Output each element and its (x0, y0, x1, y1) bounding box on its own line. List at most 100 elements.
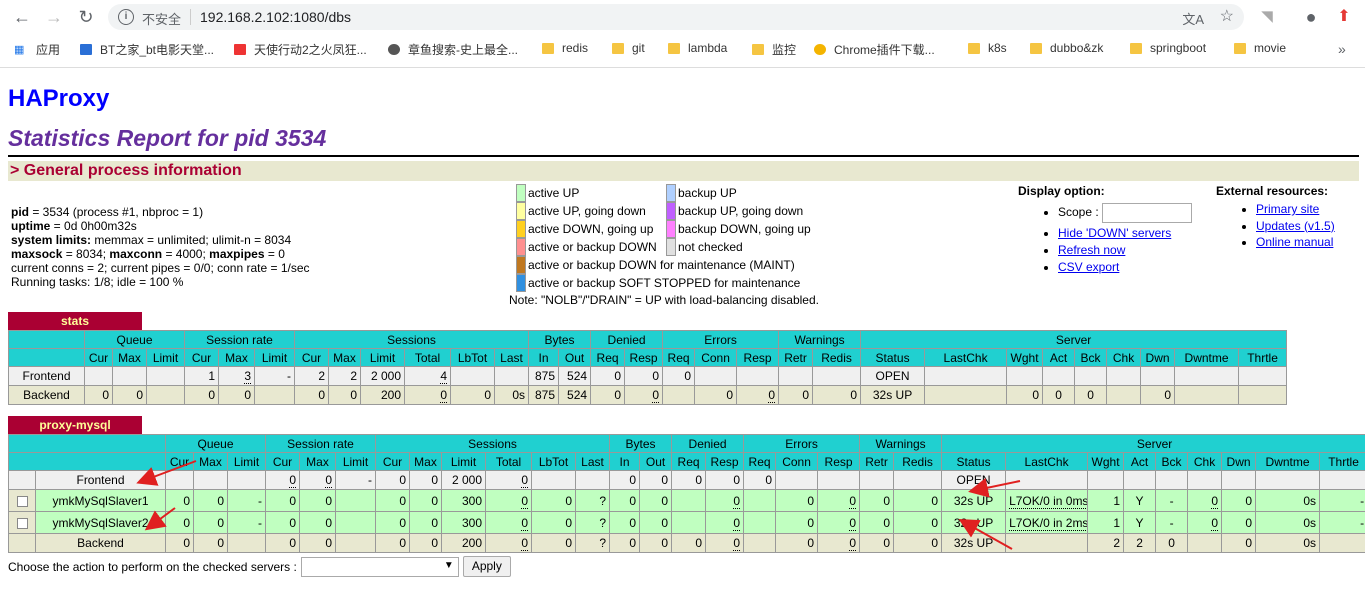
cell-value: 200 (461, 536, 483, 550)
table-cell: 0 (485, 511, 533, 534)
stats-table: Queue Session rate Sessions Bytes Denied Erro… (8, 330, 1288, 405)
table-cell (112, 366, 147, 386)
page-title: HAProxy (8, 85, 110, 112)
header-col: Dwn (1140, 348, 1176, 367)
update-icon[interactable]: ⬆ (1335, 8, 1353, 26)
bookmark-tianshi[interactable]: 天使行动2之火凤狂... (234, 41, 367, 58)
url-text[interactable]: 192.168.2.102:1080/dbs (200, 9, 351, 25)
table-cell (1238, 366, 1288, 386)
table-cell: 0s (1255, 533, 1321, 553)
table-cell: 3 (218, 366, 255, 386)
table-cell (1155, 470, 1189, 490)
star-icon[interactable]: ☆ (1220, 6, 1234, 26)
bookmark-label: git (632, 41, 645, 55)
cell-value: 0 (802, 388, 810, 402)
table-cell: 0 (409, 511, 443, 534)
table-cell: 0s (1255, 489, 1321, 512)
more-bookmarks-icon[interactable]: » (1338, 41, 1346, 57)
csv-export-link[interactable]: CSV export (1058, 260, 1119, 274)
table-cell: 0 (193, 489, 228, 512)
maxconn-value: = 4000; (162, 247, 210, 261)
table-cell: 0s (1255, 511, 1321, 534)
table-cell: 0s (494, 385, 530, 405)
bookmark-springboot[interactable]: springboot (1130, 41, 1206, 55)
info-icon[interactable]: i (118, 9, 134, 25)
bookmark-redis[interactable]: redis (542, 41, 588, 55)
header-col: Bck (1074, 348, 1108, 367)
refresh-link[interactable]: Refresh now (1058, 243, 1125, 257)
action-select[interactable]: ▼ (300, 556, 459, 577)
bookmark-movie[interactable]: movie (1234, 41, 1286, 55)
forward-icon[interactable]: → (44, 7, 64, 27)
table-cell (1074, 366, 1108, 386)
header-col: Req (590, 348, 626, 367)
cell-value: 0 (661, 536, 669, 550)
table-cell: 300 (441, 511, 487, 534)
bookmark-git[interactable]: git (612, 41, 645, 55)
bookmark-label: lambda (688, 41, 728, 55)
cell-value: 0 (521, 493, 529, 509)
cell-value: 0 (521, 473, 529, 488)
table-cell: 2 (1087, 533, 1125, 553)
table-cell: 32s UP (941, 489, 1007, 512)
row-name[interactable]: ymkMySqlSlaver1 (35, 489, 166, 512)
cell-value: 0 (726, 388, 734, 402)
bookmark-apps[interactable]: ▦ 应用 (14, 41, 60, 58)
table-cell: 0 (817, 511, 861, 534)
reload-icon[interactable]: ↻ (76, 7, 96, 27)
table-cell: 524 (558, 385, 592, 405)
primary-site-link[interactable]: Primary site (1256, 202, 1319, 216)
cell-value: - (287, 369, 292, 383)
table-cell: 0 (1221, 489, 1257, 512)
table-cell (1221, 470, 1257, 490)
folder-icon (1030, 42, 1042, 54)
hide-down-link[interactable]: Hide 'DOWN' servers (1058, 226, 1171, 240)
cell-value: 0 (1164, 388, 1172, 402)
cell-value: 0 (431, 515, 439, 530)
folder-icon (752, 44, 764, 55)
maxsock-value: = 8034; (62, 247, 110, 261)
back-icon[interactable]: ← (12, 7, 32, 27)
bookmark-zhangyu[interactable]: 章鱼搜索-史上最全... (388, 41, 518, 58)
cell-value: 0 (807, 536, 815, 550)
cell-value: 0 (565, 536, 573, 550)
bookmark-label: Chrome插件下载... (834, 43, 935, 57)
online-manual-link[interactable]: Online manual (1256, 235, 1333, 249)
bookmark-k8s[interactable]: k8s (968, 41, 1007, 55)
table-cell: 0 (1006, 385, 1044, 405)
account-icon[interactable]: ● (1302, 8, 1320, 26)
bookmark-lambda[interactable]: lambda (668, 41, 727, 55)
cell-value: OPEN (956, 473, 991, 487)
cell-value: 0 (661, 515, 669, 530)
table-cell: ? (575, 489, 611, 512)
row-name[interactable]: ymkMySqlSlaver2 (35, 511, 166, 534)
server-checkbox[interactable] (16, 517, 28, 529)
row-blank (8, 533, 36, 553)
bookmark-bt[interactable]: BT之家_bt电影天堂... (80, 41, 214, 58)
apply-button[interactable]: Apply (462, 556, 511, 577)
scope-input[interactable] (1102, 202, 1193, 223)
table-cell: 0 (112, 385, 147, 405)
updates-link[interactable]: Updates (v1.5) (1256, 219, 1335, 233)
table-row: Frontend 0 0 - 0 0 2 000 0 0 0 0 0 0 OPEN (8, 470, 1365, 490)
cell-value: - (258, 515, 262, 530)
table-cell: 0 (609, 511, 641, 534)
table-cell (1319, 533, 1365, 553)
table-cell: 0 (590, 385, 626, 405)
server-checkbox[interactable] (16, 495, 28, 507)
bookmark-chrome-plugin[interactable]: Chrome插件下载... (814, 41, 935, 58)
bookmark-dubbo[interactable]: dubbo&zk (1030, 41, 1103, 55)
cell-value: L7OK/0 in 2ms (1009, 515, 1088, 531)
bookmark-monitor[interactable]: 监控 (752, 41, 796, 58)
folder-icon (968, 42, 980, 54)
header-col: Wght (1087, 452, 1125, 471)
table-cell: 0 (893, 489, 943, 512)
extension-icon[interactable]: ◥ (1258, 8, 1276, 26)
header-col: Last (575, 452, 611, 471)
table-cell: 0 (165, 511, 194, 534)
translate-icon[interactable]: 文A (1182, 9, 1204, 28)
table-cell: 0 (1155, 533, 1189, 553)
address-bar[interactable]: i 不安全 192.168.2.102:1080/dbs 文A ☆ (108, 4, 1244, 30)
page-content: HAProxy Statistics Report for pid 3534 >… (0, 69, 1365, 607)
process-info: pid = 3534 (process #1, nbproc = 1) upti… (11, 205, 310, 289)
